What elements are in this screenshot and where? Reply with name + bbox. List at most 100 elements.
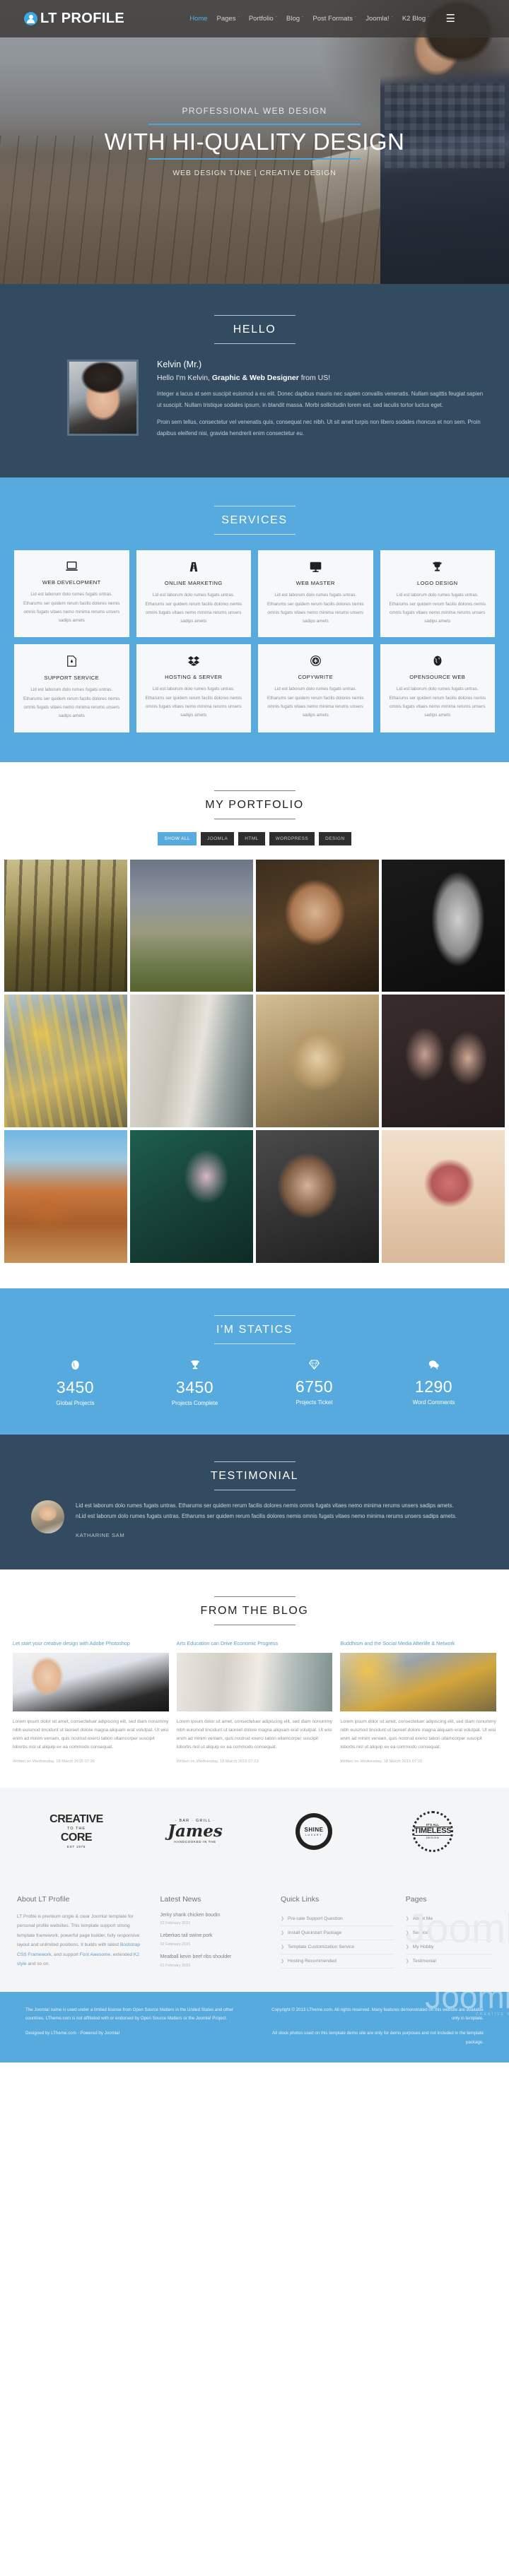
service-card-hosting-server[interactable]: HOSTING & SERVER Lid est laborum dolo ru… (136, 644, 251, 732)
footer-col-about: About LT Profile LT Profile is premium s… (17, 1895, 149, 1975)
page-link-about-me[interactable]: ❯ About Me (405, 1912, 492, 1926)
portfolio-item-audio-mixer[interactable] (4, 995, 127, 1128)
role-prefix: Hello I'm Kelvin, (157, 374, 212, 382)
logo-line-3: DESIGN (426, 1836, 440, 1840)
hello-text: Kelvin (Mr.) Hello I'm Kelvin, Graphic &… (157, 360, 488, 445)
stat-value: 3450 (56, 1378, 95, 1397)
news-item[interactable]: Leberkas tail swine pork 02 February 201… (160, 1933, 269, 1947)
chevron-right-icon: ❯ (280, 1945, 284, 1949)
service-card-support-service[interactable]: SUPPORT SERVICE Lid est laborum dolo rum… (14, 644, 129, 732)
font-awesome-link[interactable]: Font Awesome (80, 1952, 111, 1957)
quick-link-hosting-recommended[interactable]: ❯ Hosting Recommended (280, 1954, 394, 1969)
filter-wordpress[interactable]: WORDPRESS (269, 831, 315, 845)
profile-role: Hello I'm Kelvin, Graphic & Web Designer… (157, 374, 488, 382)
quick-link-template-customization[interactable]: ❯ Template Customization Service (280, 1940, 394, 1954)
filter-design[interactable]: DESIGN (319, 831, 351, 845)
portfolio-item-library-books[interactable] (130, 995, 253, 1128)
quick-link-install-quickstart[interactable]: ❯ Install Quickstart Package (280, 1926, 394, 1940)
timeless-design-logo[interactable]: IT'S ALL TIMELESS DESIGN (402, 1808, 463, 1856)
service-title: COPYWRITE (298, 674, 334, 681)
nav-item-pages[interactable]: Pages ˇ (217, 15, 240, 23)
service-card-opensource-web[interactable]: OPENSOURCE WEB Lid est laborum dolo rume… (380, 644, 495, 732)
page-link-testimonial[interactable]: ❯ Testimonial (405, 1954, 492, 1969)
stat-projects-ticket: 6750 Projects Ticket (255, 1360, 374, 1406)
service-desc: Lid est laborum dolo rumes fugats untras… (267, 687, 364, 718)
user-circle-icon (24, 12, 37, 25)
service-card-online-marketing[interactable]: ONLINE MARKETING Lid est laborum dolo ru… (136, 550, 251, 638)
logo-line-2: James (168, 1822, 223, 1841)
quick-link-presale-support[interactable]: ❯ Pre-sale Support Question (280, 1912, 394, 1926)
blog-post-title[interactable]: Arts Education can Drive Economic Progre… (177, 1639, 333, 1648)
main-navbar: LT PROFILE Home Pages ˇ Portfolio ˇ Blog ˇ … (0, 0, 509, 37)
link-label: Template Customization Service (287, 1944, 355, 1949)
service-title: WEB DEVELOPMENT (42, 579, 101, 586)
portfolio-item-two-models[interactable] (382, 995, 505, 1128)
about-text-4: and so on. (26, 1961, 50, 1967)
service-card-web-master[interactable]: WEB MASTER Lid est laborum dolo rumes fu… (258, 550, 373, 638)
portfolio-item-jester-skull[interactable] (256, 995, 379, 1128)
brand-logo[interactable]: LT PROFILE (24, 11, 124, 27)
news-title[interactable]: Jerky shank chicken boudin (160, 1912, 269, 1919)
hamburger-menu-icon[interactable]: ☰ (445, 13, 455, 24)
news-title[interactable]: Meatball kevin beef ribs shoulder (160, 1954, 269, 1961)
nav-item-home[interactable]: Home (189, 15, 207, 23)
portfolio-item-woman-headdress[interactable] (256, 859, 379, 992)
filter-html[interactable]: HTML (238, 831, 265, 845)
nav-item-portfolio[interactable]: Portfolio ˇ (249, 15, 277, 23)
services-grid: WEB DEVELOPMENT Lid est laborum dolo rum… (0, 535, 509, 732)
service-desc: Lid est laborum dolo rumes fugats untras… (267, 593, 364, 624)
page-link-my-hobby[interactable]: ❯ My Hobby (405, 1940, 492, 1954)
blog-post-image[interactable] (340, 1652, 496, 1711)
news-item[interactable]: Jerky shank chicken boudin 02 February 2… (160, 1912, 269, 1926)
filter-joomla[interactable]: JOOMLA (201, 831, 235, 845)
nav-item-post-formats[interactable]: Post Formats ˇ (312, 15, 356, 23)
nav-item-k2-blog[interactable]: K2 Blog ˇ (402, 15, 430, 23)
hero-eyebrow: PROFESSIONAL WEB DESIGN (182, 106, 327, 116)
portfolio-item-forest-path[interactable] (4, 859, 127, 992)
hero-copy: PROFESSIONAL WEB DESIGN WITH HI-QUALITY … (0, 106, 509, 177)
blog-post-image[interactable] (13, 1652, 169, 1711)
link-label: Hosting Recommended (287, 1958, 337, 1964)
news-item[interactable]: Meatball kevin beef ribs shoulder 02 Feb… (160, 1954, 269, 1968)
logo-badge: SHINE LUXURY (296, 1812, 332, 1850)
nav-label: Post Formats (312, 15, 353, 23)
chevron-down-icon: ˇ (354, 16, 357, 21)
shine-luxury-logo[interactable]: SHINE LUXURY (283, 1808, 344, 1856)
portfolio-item-green-door-model[interactable] (130, 1130, 253, 1264)
portfolio-item-heart-tree[interactable] (382, 1130, 505, 1264)
blog-post: Arts Education can Drive Economic Progre… (176, 1639, 333, 1764)
service-desc: Lid est laborum dolo rumes fugats untras… (23, 592, 120, 624)
logo-line-2: TO THE (67, 1827, 86, 1832)
profile-paragraph-2: Proin sem tellus, consectetur vel venena… (157, 419, 481, 437)
blog-post-title[interactable]: Buddhism and the Social Media Afterlife … (340, 1639, 496, 1648)
service-title: LOGO DESIGN (416, 580, 458, 587)
stock-photos-text: All stock photos used on this template d… (272, 2031, 484, 2045)
james-bar-grill-logo[interactable]: · BAR · GRILL · James HANDCOOKED IN THE (165, 1808, 226, 1856)
footer-col-title: Quick Links (280, 1894, 320, 1904)
stat-value: 3450 (175, 1378, 214, 1397)
chevron-right-icon: ❯ (280, 1930, 284, 1935)
blog-post-image[interactable] (176, 1652, 333, 1711)
page-link-services[interactable]: ❯ Services (405, 1926, 492, 1940)
stat-label: Global Projects (56, 1400, 95, 1407)
blog-grid: Let start your creative design with Adob… (0, 1625, 509, 1764)
portfolio-item-red-canyon[interactable] (4, 1130, 127, 1264)
creative-to-the-core-logo[interactable]: CREATIVE TO THE CORE EST 1976 (46, 1808, 107, 1856)
profile-paragraph-1: Integer a lacus at sem suscipit euismod … (157, 391, 484, 408)
footer-section: Jooml About LT Profile LT Profile is pre… (0, 1876, 509, 1992)
designed-by-text: Designed by LTheme.com - Powered by Joom… (25, 2031, 120, 2036)
news-title[interactable]: Leberkas tail swine pork (160, 1933, 269, 1940)
service-card-copywrite[interactable]: COPYWRITE Lid est laborum dolo rumes fug… (258, 644, 373, 732)
nav-item-blog[interactable]: Blog ˇ (286, 15, 303, 23)
portfolio-item-figure-study[interactable] (382, 859, 505, 992)
nav-item-joomla[interactable]: Joomla! ˇ (365, 15, 393, 23)
filter-show-all[interactable]: SHOW ALL (158, 831, 197, 845)
service-card-web-development[interactable]: WEB DEVELOPMENT Lid est laborum dolo rum… (14, 550, 129, 638)
portfolio-item-wedding-couple[interactable] (130, 859, 253, 992)
portfolio-item-male-portrait[interactable] (256, 1130, 379, 1264)
laptop-icon (22, 562, 122, 574)
copyright-text: Copyright © 2013 LTheme.com. All rights … (271, 2007, 484, 2021)
news-date: 02 February 2015 (160, 1942, 191, 1947)
blog-post-title[interactable]: Let start your creative design with Adob… (13, 1639, 169, 1648)
service-card-logo-design[interactable]: LOGO DESIGN Lid est laborum dolo rumes f… (380, 550, 495, 638)
